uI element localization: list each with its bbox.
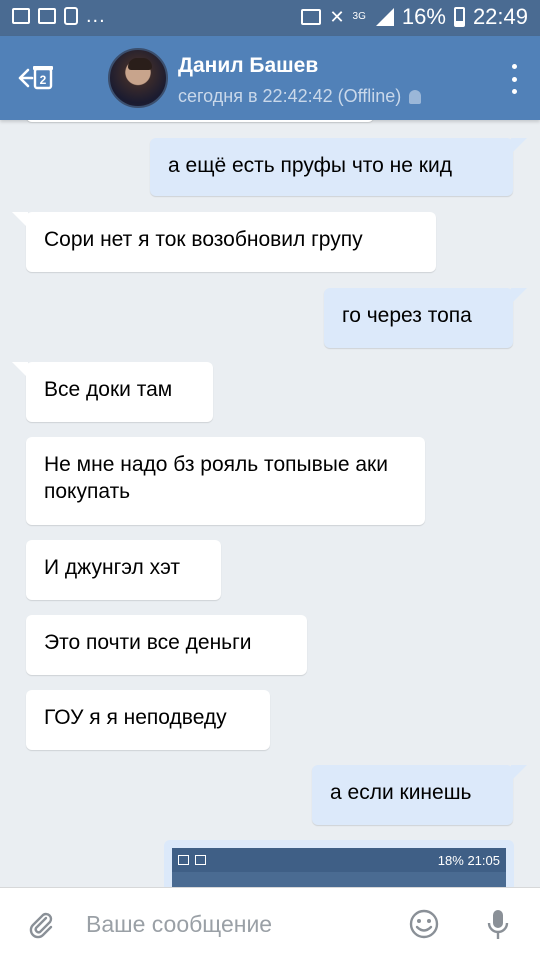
message-bubble-incoming[interactable]: Сори нет я ток возобновил групу <box>12 212 436 272</box>
android-icon <box>409 89 422 104</box>
message-text: а если кинешь <box>330 781 472 804</box>
back-arrow-icon: 2 <box>18 66 53 90</box>
message-text: Сори нет я ток возобновил групу <box>44 228 363 251</box>
message-text: ГОУ я я неподведу <box>44 706 227 729</box>
message-text: а ещё есть пруфы что не кид <box>168 154 452 177</box>
attachment-preview: 18% 21:05 <box>172 848 506 887</box>
clipboard-notification-icon <box>64 7 78 25</box>
attachment-time: 21:05 <box>467 852 500 868</box>
more-options-button[interactable] <box>508 64 520 94</box>
message-text: Все доки там <box>44 378 173 401</box>
menu-dot-icon <box>511 64 517 69</box>
attachment-battery: 18% <box>437 852 464 868</box>
microphone-icon[interactable] <box>484 908 512 942</box>
clipboard-notification-icon <box>195 855 206 865</box>
battery-percent: 16% <box>401 4 446 29</box>
battery-icon <box>453 7 465 27</box>
message-bubble-incoming[interactable]: Все доки там <box>12 362 213 422</box>
message-bubble-incoming[interactable]: И джунгэл хэт <box>26 540 221 600</box>
image-notification-icon <box>12 8 30 24</box>
message-bubble-outgoing[interactable]: а если кинешь <box>312 765 527 825</box>
mute-icon: ✕ <box>329 6 345 27</box>
contact-avatar[interactable] <box>108 48 168 108</box>
message-text: го через топа <box>342 304 472 327</box>
last-seen-text: сегодня в 22:42:42 (Offline) <box>178 86 402 106</box>
message-list[interactable]: а ещё есть пруфы что не кид Сори нет я т… <box>0 120 540 887</box>
message-bubble-incoming[interactable]: Это почти все деньги <box>26 615 307 675</box>
cast-icon <box>301 9 322 25</box>
attachment-status-bar: 18% 21:05 <box>172 848 506 872</box>
system-icons: ✕ 3G 16% 22:49 <box>301 4 528 30</box>
message-bubble-outgoing[interactable]: а ещё есть пруфы что не кид <box>150 138 527 196</box>
contact-last-seen: сегодня в 22:42:42 (Offline) <box>178 86 422 107</box>
message-bubble-incoming[interactable]: Не мне надо бз рояль топывые аки покупат… <box>26 437 425 525</box>
message-text: Не мне надо бз рояль топывые аки покупат… <box>44 453 388 503</box>
paperclip-icon[interactable] <box>26 910 56 940</box>
chat-header: 2 Данил Башев сегодня в 22:42:42 (Offlin… <box>0 36 540 120</box>
emoji-icon[interactable] <box>408 908 440 940</box>
network-type: 3G <box>352 11 366 22</box>
message-bubble-incoming[interactable]: ГОУ я я неподведу <box>26 690 270 750</box>
menu-dot-icon <box>511 89 517 94</box>
notification-icons: ... <box>12 6 106 26</box>
unread-count-badge: 2 <box>40 73 47 87</box>
more-notifications-indicator: ... <box>86 5 106 27</box>
message-input[interactable] <box>86 906 386 942</box>
previous-message-bubble <box>26 120 374 122</box>
contact-name[interactable]: Данил Башев <box>178 54 318 78</box>
back-button[interactable]: 2 <box>12 56 60 100</box>
message-text: Это почти все деньги <box>44 631 252 654</box>
menu-dot-icon <box>511 76 517 82</box>
clock: 22:49 <box>472 4 528 29</box>
image-notification-icon <box>178 855 189 865</box>
message-composer <box>0 887 540 960</box>
message-bubble-outgoing[interactable]: го через топа <box>324 288 527 348</box>
car-notification-icon <box>38 8 56 24</box>
message-text: И джунгэл хэт <box>44 556 180 579</box>
image-attachment[interactable]: 18% 21:05 <box>164 840 514 887</box>
signal-icon <box>374 8 394 26</box>
status-bar: ... ✕ 3G 16% 22:49 <box>0 0 540 36</box>
